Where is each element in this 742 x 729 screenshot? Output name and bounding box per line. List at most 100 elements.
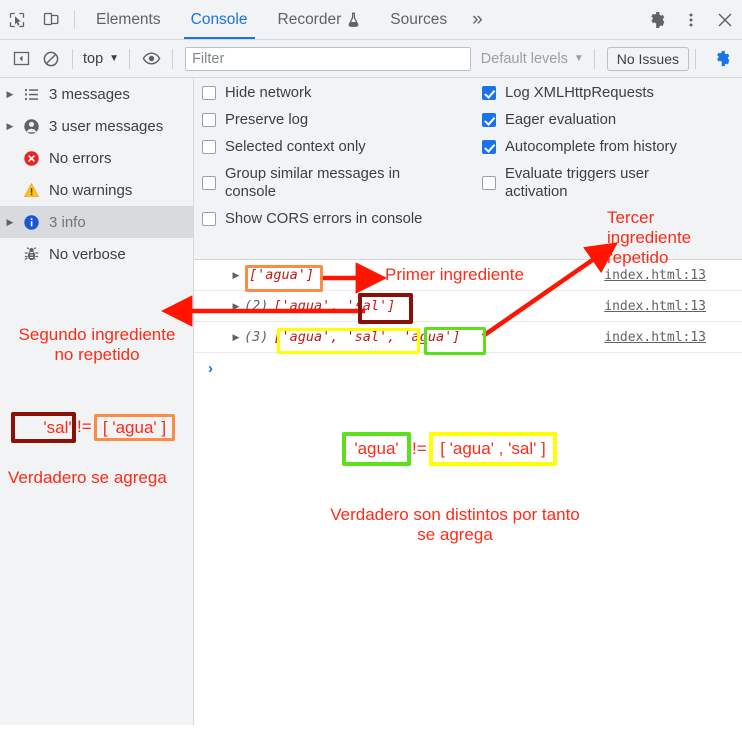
expand-arrow-icon-log-3[interactable]: ▶	[228, 332, 244, 343]
expand-arrow-icon[interactable]: ▶	[2, 89, 18, 100]
sidebar-item-warnings[interactable]: ▶ No warnings	[0, 174, 193, 206]
setting-evaluate-triggers-user-activation[interactable]: Evaluate triggers user activation	[482, 165, 740, 201]
autocomplete-history-checkbox[interactable]	[482, 140, 496, 154]
tab-console-label: Console	[190, 10, 248, 28]
setting-log-xhr[interactable]: Log XMLHttpRequests	[482, 84, 740, 102]
warning-icon	[18, 182, 44, 199]
live-expression-icon[interactable]	[136, 44, 166, 74]
no-issues-button[interactable]: No Issues	[606, 46, 689, 71]
gear-icon[interactable]	[640, 10, 674, 30]
context-selector-label: top	[83, 50, 104, 67]
setting-group-similar[interactable]: Group similar messages in console	[202, 165, 482, 201]
tab-elements[interactable]: Elements	[81, 0, 176, 39]
close-icon[interactable]	[708, 10, 742, 30]
inspect-element-icon[interactable]	[0, 0, 34, 39]
info-icon	[18, 214, 44, 231]
hide-network-label: Hide network	[225, 85, 312, 101]
sidebar-item-verbose[interactable]: ▶ No verbose	[0, 238, 193, 270]
group-similar-label: Group similar messages in console	[225, 166, 401, 200]
hide-network-checkbox[interactable]	[202, 86, 216, 100]
bug-icon	[18, 246, 44, 263]
sidebar-item-user-messages[interactable]: ▶ 3 user messages	[0, 110, 193, 142]
preserve-log-label: Preserve log	[225, 112, 309, 128]
device-toolbar-icon[interactable]	[34, 0, 68, 39]
console-prompt[interactable]: ›	[194, 353, 742, 383]
tabbar-actions	[627, 0, 742, 39]
selected-context-only-checkbox[interactable]	[202, 140, 216, 154]
log-row-2-text: ['agua', 'sal']	[273, 298, 396, 314]
sidebar-item-messages[interactable]: ▶ 3 messages	[0, 78, 193, 110]
log-row-2-count: (2)	[244, 298, 269, 314]
log-row[interactable]: ▶ (3) ['agua', 'sal', 'agua'] index.html…	[194, 322, 742, 353]
console-prompt-chevron-icon: ›	[208, 359, 213, 377]
expand-arrow-icon-log-2[interactable]: ▶	[228, 301, 244, 312]
sidebar-item-errors-label: No errors	[49, 149, 112, 167]
console-settings-panel: Hide network Preserve log Selected conte…	[194, 78, 742, 260]
list-icon	[18, 86, 44, 103]
preserve-log-checkbox[interactable]	[202, 113, 216, 127]
expand-arrow-icon-user[interactable]: ▶	[2, 121, 18, 132]
filterbar-divider-4	[593, 48, 595, 69]
setting-autocomplete-history[interactable]: Autocomplete from history	[482, 138, 740, 156]
more-tabs-icon[interactable]: »	[462, 0, 493, 39]
setting-preserve-log[interactable]: Preserve log	[202, 111, 482, 129]
context-selector[interactable]: top ▼	[79, 51, 123, 67]
tab-recorder[interactable]: Recorder	[263, 0, 376, 39]
console-settings-column-left: Hide network Preserve log Selected conte…	[202, 84, 482, 237]
console-settings-gear-icon[interactable]	[708, 45, 736, 73]
sidebar-item-info[interactable]: ▶ 3 info	[0, 206, 193, 238]
log-row-2-value: (2) ['agua', 'sal']	[244, 298, 395, 314]
eager-evaluation-checkbox[interactable]	[482, 113, 496, 127]
log-row-1-text: ['agua']	[249, 267, 315, 283]
filterbar-divider-5	[695, 48, 696, 69]
filterbar-divider-3	[172, 48, 174, 69]
group-similar-checkbox[interactable]	[202, 176, 216, 190]
tab-console[interactable]: Console	[176, 0, 263, 39]
log-row-3-source[interactable]: index.html:13	[604, 330, 706, 345]
evaluate-triggers-label: Evaluate triggers user activation	[505, 166, 649, 200]
tab-sources[interactable]: Sources	[375, 0, 462, 39]
log-levels-dropdown[interactable]: Default levels ▼	[477, 51, 588, 67]
log-row[interactable]: ▶ ['agua'] index.html:13	[194, 260, 742, 291]
console-log-list: ▶ ['agua'] index.html:13 ▶ (2) ['agua', …	[194, 260, 742, 383]
log-levels-label: Default levels	[480, 50, 568, 67]
sidebar-item-errors[interactable]: ▶ No errors	[0, 142, 193, 174]
autocomplete-history-label: Autocomplete from history	[505, 139, 677, 155]
sidebar-item-warnings-label: No warnings	[49, 181, 133, 199]
expand-arrow-icon-log-1[interactable]: ▶	[228, 270, 244, 281]
sidebar-item-user-messages-label: 3 user messages	[49, 117, 164, 135]
flask-icon	[347, 12, 360, 27]
more-vertical-icon[interactable]	[674, 11, 708, 29]
setting-eager-evaluation[interactable]: Eager evaluation	[482, 111, 740, 129]
selected-context-only-label: Selected context only	[225, 139, 366, 155]
log-xhr-checkbox[interactable]	[482, 86, 496, 100]
show-cors-errors-checkbox[interactable]	[202, 212, 216, 226]
console-sidebar: ▶ 3 messages ▶ 3 user messages ▶	[0, 78, 194, 725]
log-xhr-label: Log XMLHttpRequests	[505, 85, 654, 101]
sidebar-item-info-label: 3 info	[49, 213, 86, 231]
eager-evaluation-label: Eager evaluation	[505, 112, 617, 128]
evaluate-triggers-checkbox[interactable]	[482, 176, 496, 190]
show-console-sidebar-icon[interactable]	[6, 44, 36, 74]
tab-elements-label: Elements	[96, 10, 161, 28]
console-pane: Hide network Preserve log Selected conte…	[194, 78, 742, 725]
filterbar-divider-1	[72, 48, 73, 69]
log-row[interactable]: ▶ (2) ['agua', 'sal'] index.html:13	[194, 291, 742, 322]
error-icon	[18, 150, 44, 167]
setting-show-cors-errors[interactable]: Show CORS errors in console	[202, 210, 482, 228]
tabbar-spacer	[493, 0, 627, 39]
log-row-1-source[interactable]: index.html:13	[604, 268, 706, 283]
log-row-1-value: ['agua']	[244, 267, 314, 283]
expand-arrow-icon-info[interactable]: ▶	[2, 217, 18, 228]
setting-hide-network[interactable]: Hide network	[202, 84, 482, 102]
user-icon	[18, 118, 44, 135]
filter-input[interactable]	[185, 46, 471, 71]
clear-console-icon[interactable]	[36, 44, 66, 74]
devtools-tab-bar: Elements Console Recorder Sources »	[0, 0, 742, 40]
sidebar-item-verbose-label: No verbose	[49, 245, 126, 263]
setting-selected-context-only[interactable]: Selected context only	[202, 138, 482, 156]
console-filter-bar: top ▼ Default levels ▼ No Issues	[0, 40, 742, 78]
log-row-2-source[interactable]: index.html:13	[604, 299, 706, 314]
chevron-down-icon: ▼	[109, 53, 120, 64]
show-cors-errors-label: Show CORS errors in console	[225, 211, 423, 227]
